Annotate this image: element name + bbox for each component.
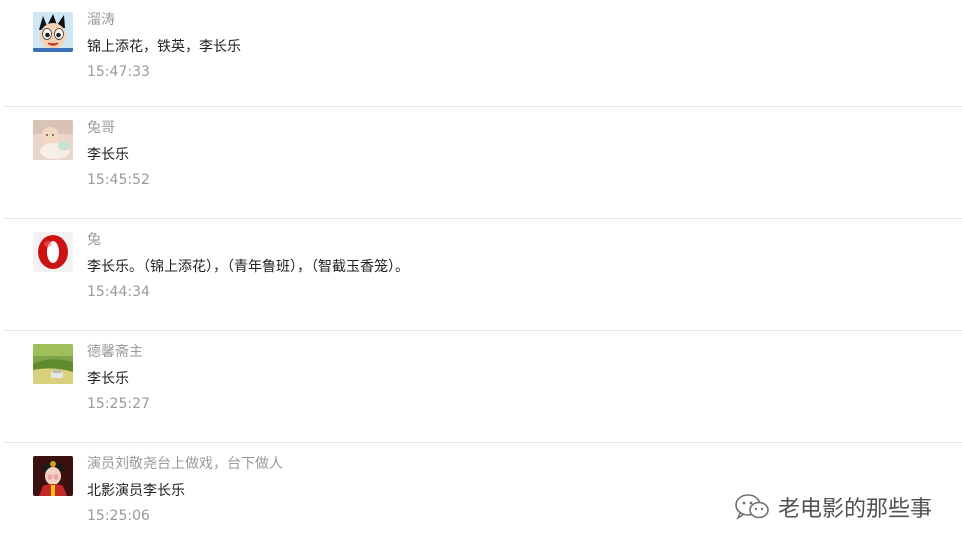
comment-content: 北影演员李长乐 <box>87 483 185 499</box>
watermark: 老电影的那些事 <box>734 491 932 523</box>
comment-nickname[interactable]: 溜涛 <box>87 10 241 30</box>
comment-item: 溜涛 锦上添花，铁英，李长乐 15:47:33 <box>4 0 962 107</box>
opera-performer-avatar[interactable] <box>33 456 73 496</box>
comment-item: 德馨斋主 李长乐 15:25:27 <box>4 331 962 443</box>
comment-time: 15:47:33 <box>87 64 150 80</box>
comment-content: 李长乐 <box>87 371 129 387</box>
comment-item: 兔哥 李长乐 15:45:52 <box>4 107 962 219</box>
comment-nickname[interactable]: 德馨斋主 <box>87 342 150 362</box>
opera-logo-avatar[interactable] <box>33 232 73 272</box>
comment-content: 李长乐。（锦上添花），（青年鲁班），（智截玉香笼）。 <box>87 259 409 275</box>
baby-photo-avatar[interactable] <box>33 120 73 160</box>
comment-nickname[interactable]: 演员刘敬尧台上做戏，台下做人 <box>87 454 283 474</box>
comment-time: 15:25:06 <box>87 508 150 524</box>
comment-nickname[interactable]: 兔 <box>87 230 409 250</box>
wechat-icon <box>735 494 769 520</box>
comment-list: 溜涛 锦上添花，铁英，李长乐 15:47:33 兔哥 李长乐 15:45:52 <box>0 0 962 555</box>
comment-time: 15:45:52 <box>87 172 150 188</box>
watermark-text: 老电影的那些事 <box>777 497 932 522</box>
comment-content: 锦上添花，铁英，李长乐 <box>87 39 241 55</box>
comment-nickname[interactable]: 兔哥 <box>87 118 150 138</box>
comment-time: 15:44:34 <box>87 284 150 300</box>
comment-content: 李长乐 <box>87 147 129 163</box>
comment-time: 15:25:27 <box>87 396 150 412</box>
landscape-avatar[interactable] <box>33 344 73 384</box>
astro-boy-avatar[interactable] <box>33 12 73 52</box>
comment-item: 兔 李长乐。（锦上添花），（青年鲁班），（智截玉香笼）。 15:44:34 <box>4 219 962 331</box>
